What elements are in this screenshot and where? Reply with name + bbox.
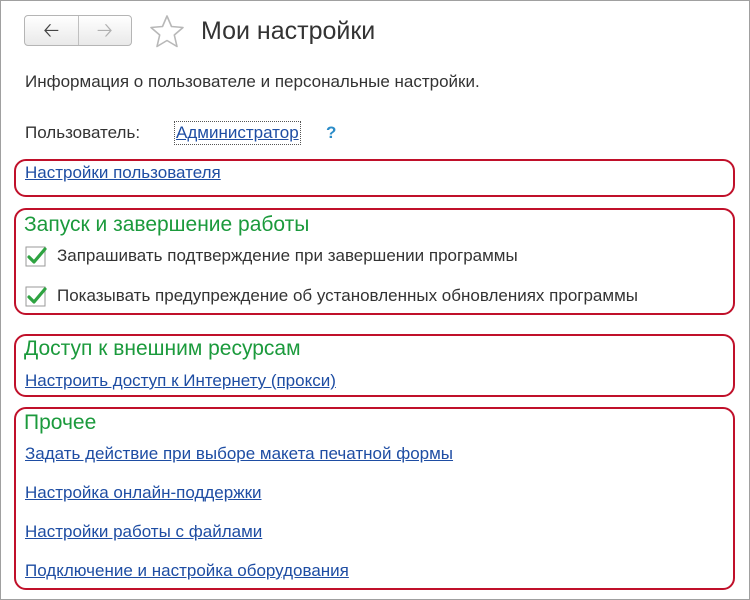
- equipment-setup-link[interactable]: Подключение и настройка оборудования: [25, 560, 349, 582]
- checkmark-icon: [25, 286, 47, 307]
- file-settings-link[interactable]: Настройки работы с файлами: [25, 521, 262, 543]
- update-warning-label: Показывать предупреждение об установленн…: [57, 286, 638, 305]
- confirm-exit-checkbox[interactable]: [25, 246, 47, 267]
- favorite-button[interactable]: [149, 14, 185, 48]
- page-title: Мои настройки: [201, 17, 376, 45]
- arrow-left-icon: 🡠: [43, 19, 60, 42]
- update-warning-row: Показывать предупреждение об установленн…: [25, 284, 638, 308]
- navigation-buttons: 🡠 🡢: [24, 15, 132, 46]
- proxy-settings-link[interactable]: Настроить доступ к Интернету (прокси): [25, 370, 336, 392]
- user-settings-link[interactable]: Настройки пользователя: [25, 162, 221, 184]
- user-row: Пользователь: Администратор ?: [25, 121, 336, 145]
- checkmark-icon: [25, 246, 47, 267]
- forward-button[interactable]: 🡢: [79, 16, 132, 45]
- other-section-title: Прочее: [24, 411, 97, 434]
- update-warning-checkbox[interactable]: [25, 286, 47, 307]
- back-button[interactable]: 🡠: [25, 16, 79, 45]
- arrow-right-icon: 🡢: [96, 19, 113, 42]
- user-label: Пользователь:: [25, 123, 141, 142]
- star-icon: [150, 15, 184, 48]
- help-button[interactable]: ?: [326, 122, 336, 144]
- print-form-action-link[interactable]: Задать действие при выборе макета печатн…: [25, 443, 453, 465]
- confirm-exit-label: Запрашивать подтверждение при завершении…: [57, 246, 518, 265]
- page-description: Информация о пользователе и персональные…: [25, 72, 480, 91]
- startup-section-title: Запуск и завершение работы: [24, 213, 310, 236]
- external-section-title: Доступ к внешним ресурсам: [24, 337, 301, 360]
- user-name-link[interactable]: Администратор: [174, 121, 301, 145]
- online-support-link[interactable]: Настройка онлайн-поддержки: [25, 482, 262, 504]
- confirm-exit-row: Запрашивать подтверждение при завершении…: [25, 244, 518, 268]
